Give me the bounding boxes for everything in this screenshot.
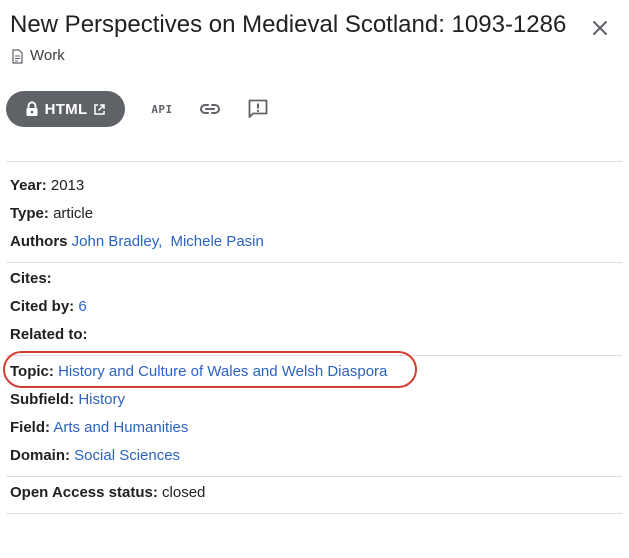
- field-row: Field: Arts and Humanities: [10, 418, 188, 438]
- divider: [6, 476, 622, 477]
- domain-link[interactable]: Social Sciences: [74, 447, 180, 464]
- cited-by-count-link[interactable]: 6: [78, 298, 86, 315]
- subfield-label: Subfield:: [10, 391, 75, 408]
- work-type-label: Work: [30, 47, 65, 64]
- external-link-icon: [94, 103, 106, 115]
- html-button-label: HTML: [44, 100, 88, 118]
- close-icon: [593, 21, 607, 35]
- author-link[interactable]: John Bradley,: [72, 233, 163, 250]
- type-row: Type: article: [10, 204, 93, 224]
- cited-by-label: Cited by:: [10, 298, 75, 315]
- related-label: Related to:: [10, 326, 88, 343]
- toolbar: HTML API: [6, 91, 273, 127]
- year-label: Year:: [10, 177, 47, 194]
- year-row: Year: 2013: [10, 176, 84, 196]
- topic-row: Topic: History and Culture of Wales and …: [10, 362, 387, 382]
- subfield-link[interactable]: History: [78, 391, 125, 408]
- divider: [6, 262, 622, 263]
- cites-label: Cites:: [10, 270, 52, 287]
- divider: [6, 161, 622, 162]
- document-icon: [12, 48, 23, 64]
- topic-label: Topic:: [10, 363, 54, 380]
- copy-link-button[interactable]: [195, 94, 225, 124]
- feedback-button[interactable]: [243, 94, 273, 124]
- page-title: New Perspectives on Medieval Scotland: 1…: [10, 11, 567, 38]
- domain-label: Domain:: [10, 447, 70, 464]
- subfield-row: Subfield: History: [10, 390, 125, 410]
- html-button[interactable]: HTML: [6, 91, 125, 127]
- type-label: Type:: [10, 205, 49, 222]
- api-icon: API: [151, 102, 173, 116]
- related-row: Related to:: [10, 325, 88, 345]
- domain-row: Domain: Social Sciences: [10, 446, 180, 466]
- api-button[interactable]: API: [147, 94, 177, 124]
- author-link[interactable]: Michele Pasin: [170, 233, 263, 250]
- open-access-label: Open Access status:: [10, 484, 158, 501]
- divider: [6, 513, 622, 514]
- topic-link[interactable]: History and Culture of Wales and Welsh D…: [58, 363, 387, 380]
- field-link[interactable]: Arts and Humanities: [53, 419, 188, 436]
- feedback-icon: [248, 99, 268, 118]
- authors-label: Authors: [10, 233, 68, 250]
- open-access-row: Open Access status: closed: [10, 483, 205, 503]
- open-access-value: closed: [162, 484, 206, 501]
- cited-by-row: Cited by: 6: [10, 297, 87, 317]
- field-label: Field:: [10, 419, 50, 436]
- close-button[interactable]: [588, 16, 612, 40]
- cites-row: Cites:: [10, 269, 52, 289]
- work-type-indicator: Work: [11, 46, 65, 66]
- year-value: 2013: [50, 177, 85, 194]
- link-icon: [200, 104, 220, 114]
- type-value: article: [53, 205, 94, 222]
- lock-icon: [26, 101, 38, 116]
- authors-row: Authors John Bradley, Michele Pasin: [10, 232, 264, 252]
